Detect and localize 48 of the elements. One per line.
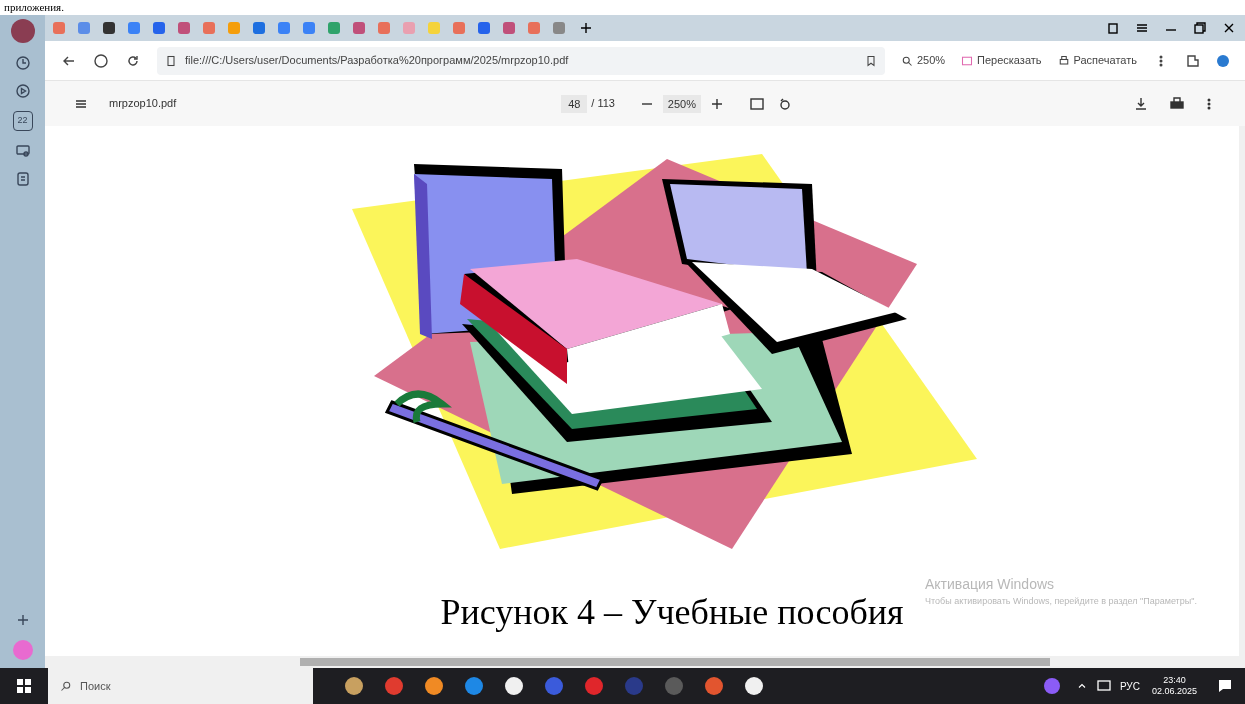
- new-tab-icon[interactable]: [578, 20, 594, 36]
- document-text: приложения.: [4, 1, 64, 14]
- play-icon[interactable]: [14, 83, 31, 99]
- zoom-field[interactable]: 250%: [662, 94, 701, 113]
- windows-logo-icon[interactable]: [16, 678, 32, 694]
- activation-text: Чтобы активировать Windows, перейдите в раздел "Параметры".: [925, 595, 1198, 608]
- tab-favicon-icon[interactable]: [478, 22, 490, 34]
- tray-display-icon[interactable]: [1095, 678, 1112, 694]
- bookmark-icon[interactable]: [864, 54, 877, 67]
- file-icon[interactable]: [165, 54, 177, 67]
- notes-icon[interactable]: [14, 171, 31, 187]
- taskbar-app-icon[interactable]: [345, 677, 363, 695]
- horizontal-scrollbar[interactable]: [45, 656, 1245, 668]
- square-icon: [961, 54, 974, 67]
- retell-button[interactable]: Пересказать: [961, 52, 1042, 69]
- url-text: file:///C:/Users/user/Documents/Разработка%20программ/2025/mrpzop10.pdf: [185, 53, 569, 69]
- print-page-button[interactable]: Распечатать: [1057, 52, 1137, 69]
- page-total: / 113: [591, 96, 615, 112]
- calendar-icon[interactable]: 22: [12, 111, 33, 131]
- zoom-button[interactable]: 250%: [900, 52, 946, 69]
- file-name: mrpzop10.pdf: [109, 96, 177, 112]
- profile-avatar[interactable]: [10, 19, 35, 43]
- taskbar-search-field[interactable]: Поиск: [48, 668, 313, 704]
- fit-page-icon[interactable]: [748, 95, 765, 112]
- printer-icon: [1057, 54, 1070, 67]
- figure-caption: Рисунок 4 – Учебные пособия: [440, 594, 904, 630]
- language-indicator[interactable]: РУС: [1119, 678, 1140, 694]
- download-icon[interactable]: [1133, 95, 1149, 112]
- restore-icon[interactable]: [1192, 20, 1208, 36]
- screen-icon[interactable]: [14, 143, 31, 159]
- magnifier-icon: [900, 54, 913, 67]
- taskbar-app-icon[interactable]: [505, 677, 523, 695]
- copy-icon[interactable]: [1105, 20, 1121, 36]
- activation-title: Активация Windows: [925, 575, 1056, 594]
- tray-assistant-icon[interactable]: [1043, 678, 1060, 694]
- taskbar-app-icon[interactable]: [745, 677, 763, 695]
- url-field[interactable]: file:///C:/Users/user/Documents/Разработка%20программ/2025/mrpzop10.pdf: [157, 46, 885, 75]
- notifications-icon[interactable]: [1217, 678, 1233, 694]
- taskbar-app-icon[interactable]: [425, 677, 443, 695]
- page-number-field[interactable]: 48: [561, 94, 588, 113]
- clock[interactable]: 23:40 02.06.2025: [1151, 674, 1197, 698]
- search-icon: [60, 680, 72, 692]
- tab-favicon-icon[interactable]: [153, 22, 165, 34]
- search-placeholder: Поиск: [80, 678, 111, 694]
- clock-icon[interactable]: [14, 55, 31, 71]
- tab-favicon-icon[interactable]: [103, 22, 115, 34]
- scrollbar-thumb[interactable]: [300, 658, 1050, 666]
- print-icon[interactable]: [1169, 95, 1185, 112]
